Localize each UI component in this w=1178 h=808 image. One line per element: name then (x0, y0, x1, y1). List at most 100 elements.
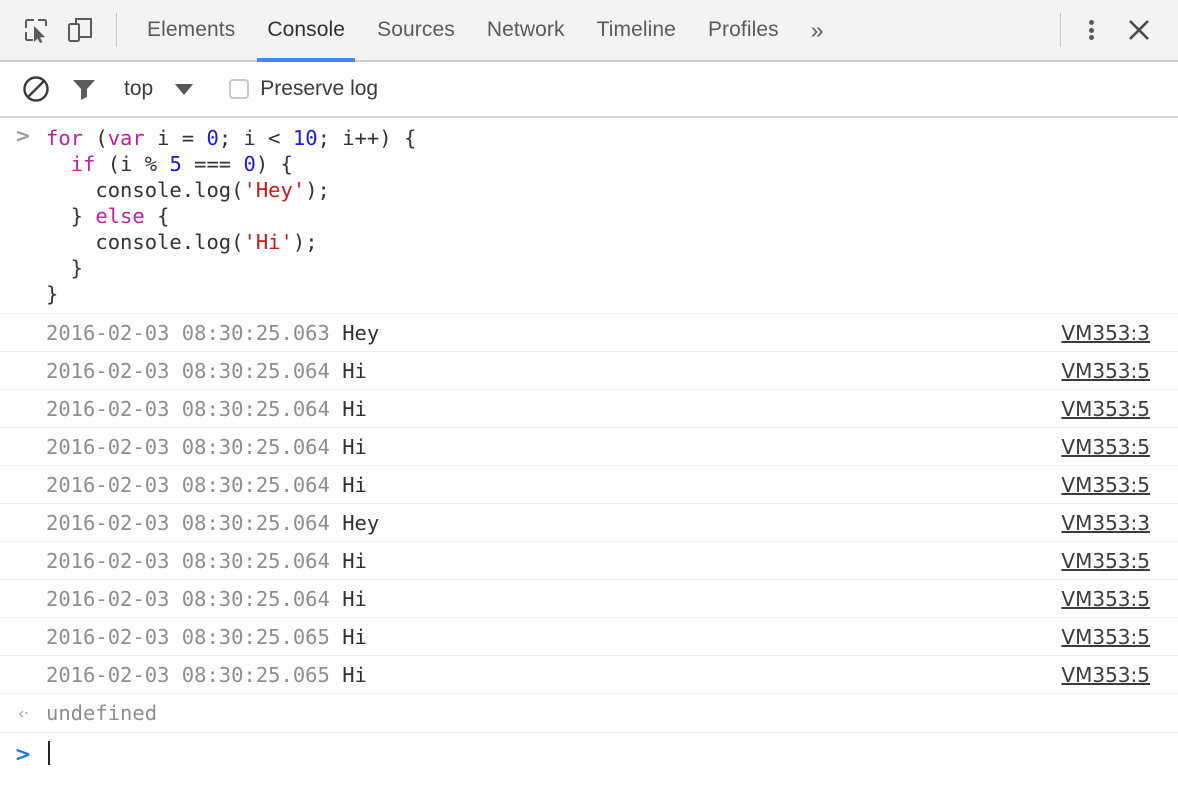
prompt-gutter: > (0, 742, 46, 764)
result-value: undefined (46, 701, 157, 725)
code-token (46, 152, 71, 176)
execution-context-select[interactable]: top (124, 77, 193, 101)
device-toolbar-icon[interactable] (58, 8, 102, 52)
console-command-entry[interactable]: > for (var i = 0; i < 10; i++) { if (i %… (0, 118, 1178, 314)
return-arrow-icon: ‹· (18, 706, 28, 723)
log-source-link[interactable]: VM353:5 (1061, 549, 1178, 573)
code-token: console.log( (46, 178, 243, 202)
log-text-value: Hi (342, 435, 367, 459)
tab-sources[interactable]: Sources (361, 0, 471, 60)
result-gutter: ‹· (0, 704, 46, 723)
filter-icon[interactable] (64, 69, 104, 109)
code-token: ) { (256, 152, 293, 176)
log-gutter (0, 446, 46, 448)
tabbar-divider-right (1060, 13, 1061, 47)
command-source-code: for (var i = 0; i < 10; i++) { if (i % 5… (46, 125, 416, 311)
devtools-tabbar: Elements Console Sources Network Timelin… (0, 0, 1178, 62)
chevron-down-icon (175, 84, 193, 95)
log-message: 2016-02-03 08:30:25.064 Hi (46, 549, 1061, 573)
prompt-chevron-icon: > (15, 744, 32, 764)
log-source-link[interactable]: VM353:5 (1061, 359, 1178, 383)
text-cursor (48, 741, 50, 765)
console-filter-toolbar: top Preserve log (0, 62, 1178, 118)
log-text-value: Hey (342, 511, 379, 535)
console-log-row: 2016-02-03 08:30:25.065 HiVM353:5 (0, 656, 1178, 694)
tab-profiles[interactable]: Profiles (692, 0, 795, 60)
log-message: 2016-02-03 08:30:25.064 Hi (46, 587, 1061, 611)
log-text-value: Hi (342, 397, 367, 421)
code-token: 10 (293, 126, 318, 150)
log-text-value: Hi (342, 473, 367, 497)
log-source-link[interactable]: VM353:5 (1061, 473, 1178, 497)
console-messages[interactable]: > for (var i = 0; i < 10; i++) { if (i %… (0, 118, 1178, 808)
console-log-list: 2016-02-03 08:30:25.063 HeyVM353:32016-0… (0, 314, 1178, 694)
log-source-link[interactable]: VM353:5 (1061, 587, 1178, 611)
console-prompt-row[interactable]: > (0, 733, 1178, 773)
log-message: 2016-02-03 08:30:25.064 Hi (46, 359, 1061, 383)
console-log-row: 2016-02-03 08:30:25.064 Hi VM353:5 (0, 390, 1178, 428)
clear-console-icon[interactable] (16, 69, 56, 109)
dot (1089, 35, 1094, 40)
log-gutter (0, 636, 46, 638)
tab-label: Network (487, 18, 565, 42)
log-text-value: Hi (342, 549, 367, 573)
log-timestamp: 2016-02-03 08:30:25.064 (46, 473, 342, 497)
log-source-link[interactable]: VM353:3 (1061, 511, 1178, 535)
log-gutter (0, 598, 46, 600)
log-source-link[interactable]: VM353:5 (1061, 397, 1178, 421)
log-source-link[interactable]: VM353:5 (1061, 625, 1178, 649)
code-token: ); (293, 230, 318, 254)
log-source-link[interactable]: VM353:5 (1061, 435, 1178, 459)
console-log-row: 2016-02-03 08:30:25.064 HiVM353:5 (0, 352, 1178, 390)
tab-network[interactable]: Network (471, 0, 581, 60)
code-token: 'Hey' (243, 178, 305, 202)
code-token: === (182, 152, 244, 176)
command-prompt-gutter: > (0, 125, 46, 146)
preserve-log-toggle[interactable]: Preserve log (229, 77, 378, 101)
dot (1089, 28, 1094, 33)
code-token: { (157, 204, 169, 228)
preserve-log-checkbox[interactable] (229, 79, 249, 99)
log-text-value: Hi (342, 359, 367, 383)
log-message: 2016-02-03 08:30:25.064 Hi (46, 473, 1061, 497)
log-source-link[interactable]: VM353:5 (1061, 663, 1178, 687)
log-timestamp: 2016-02-03 08:30:25.064 (46, 511, 342, 535)
log-message: 2016-02-03 08:30:25.063 Hey (46, 321, 1061, 345)
execution-context-value: top (124, 77, 153, 101)
code-token: } (46, 204, 95, 228)
tab-elements[interactable]: Elements (131, 0, 251, 60)
close-icon[interactable] (1118, 9, 1160, 51)
log-text-value: Hi (342, 663, 367, 687)
log-text-value: Hey (342, 321, 379, 345)
inspect-element-icon[interactable] (14, 8, 58, 52)
tab-timeline[interactable]: Timeline (581, 0, 692, 60)
log-message: 2016-02-03 08:30:25.064 Hi (46, 435, 1061, 459)
log-message: 2016-02-03 08:30:25.064 Hey (46, 511, 1061, 535)
code-token: 0 (206, 126, 218, 150)
log-timestamp: 2016-02-03 08:30:25.064 (46, 359, 342, 383)
code-token: for (46, 126, 95, 150)
log-gutter (0, 408, 46, 410)
tab-console[interactable]: Console (251, 0, 361, 60)
log-timestamp: 2016-02-03 08:30:25.064 (46, 587, 342, 611)
log-source-link[interactable]: VM353:3 (1061, 321, 1178, 345)
log-message: 2016-02-03 08:30:25.065 Hi (46, 663, 1061, 687)
console-log-row: 2016-02-03 08:30:25.065 HiVM353:5 (0, 618, 1178, 656)
log-gutter (0, 674, 46, 676)
dot (1089, 20, 1094, 25)
log-timestamp: 2016-02-03 08:30:25.064 (46, 397, 342, 421)
log-timestamp: 2016-02-03 08:30:25.064 (46, 549, 342, 573)
code-token: ; i < (219, 126, 293, 150)
log-gutter (0, 484, 46, 486)
prompt-chevron-icon: > (15, 127, 31, 146)
more-options-icon[interactable] (1075, 10, 1108, 50)
code-token: 'Hi' (243, 230, 292, 254)
console-log-row: 2016-02-03 08:30:25.064 HiVM353:5 (0, 428, 1178, 466)
tab-overflow-label: » (811, 17, 824, 44)
code-token: } (46, 256, 83, 280)
code-token: 0 (244, 152, 256, 176)
code-token: else (95, 204, 157, 228)
tab-overflow-icon[interactable]: » (795, 0, 840, 60)
log-text-value: Hi (342, 625, 367, 649)
tabbar-divider (116, 13, 117, 47)
